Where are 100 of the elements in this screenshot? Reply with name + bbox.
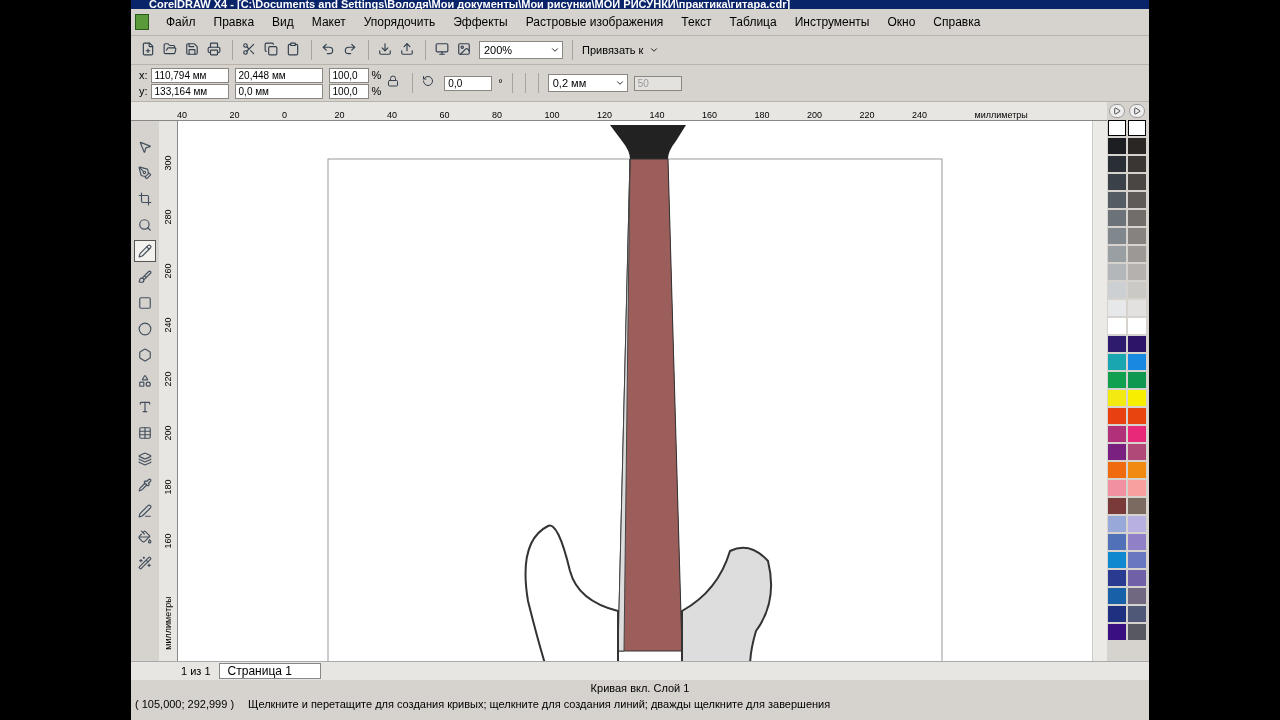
color-swatch[interactable] xyxy=(1108,390,1126,406)
color-swatch[interactable] xyxy=(1108,174,1126,190)
freehand-tool[interactable] xyxy=(134,240,156,262)
color-swatch[interactable] xyxy=(1128,210,1146,226)
menu-item[interactable]: Файл xyxy=(157,15,205,29)
color-swatch[interactable] xyxy=(1128,516,1146,532)
color-swatch[interactable] xyxy=(1128,174,1146,190)
export-icon[interactable] xyxy=(400,42,416,58)
color-swatch[interactable] xyxy=(1108,372,1126,388)
page-tab[interactable]: Страница 1 xyxy=(218,663,321,679)
menu-item[interactable]: Вид xyxy=(263,15,303,29)
menu-item[interactable]: Справка xyxy=(924,15,990,29)
color-swatch[interactable] xyxy=(1128,624,1146,640)
scale-y-field[interactable]: 100,0 xyxy=(328,83,369,99)
color-swatch[interactable] xyxy=(1108,516,1126,532)
ruler-label: 60 xyxy=(439,110,450,120)
copy-icon[interactable] xyxy=(264,42,280,58)
outline-width-dropdown[interactable]: 0,2 мм xyxy=(547,74,628,92)
palette-menu-button[interactable] xyxy=(1129,104,1145,118)
color-swatch[interactable] xyxy=(1108,498,1126,514)
color-swatch[interactable] xyxy=(1108,192,1126,208)
color-swatch[interactable] xyxy=(1128,444,1146,460)
snap-menu[interactable]: Привязать к xyxy=(582,44,644,56)
color-swatch[interactable] xyxy=(1128,606,1146,622)
shapes-icon xyxy=(138,374,152,388)
color-swatch[interactable] xyxy=(1128,372,1146,388)
color-swatch[interactable] xyxy=(1128,138,1146,154)
color-swatch[interactable] xyxy=(1128,570,1146,586)
no-color-swatch[interactable] xyxy=(1108,120,1126,136)
height-field[interactable]: 0,0 мм xyxy=(234,83,323,99)
polygon-icon xyxy=(138,348,152,362)
color-swatch[interactable] xyxy=(1128,264,1146,280)
color-swatch[interactable] xyxy=(1108,156,1126,172)
color-swatch[interactable] xyxy=(1128,498,1146,514)
color-swatch[interactable] xyxy=(1128,534,1146,550)
color-swatch[interactable] xyxy=(1108,426,1126,442)
y-field[interactable]: 133,164 мм xyxy=(150,83,229,99)
color-swatch[interactable] xyxy=(1108,138,1126,154)
image-icon[interactable] xyxy=(457,42,473,58)
zoom-dropdown[interactable]: 200% xyxy=(479,41,563,59)
color-swatch[interactable] xyxy=(1108,606,1126,622)
color-swatch[interactable] xyxy=(1108,336,1126,352)
fill-icon xyxy=(138,530,152,544)
save-icon[interactable] xyxy=(185,42,201,58)
color-swatch[interactable] xyxy=(1108,282,1126,298)
color-swatch[interactable] xyxy=(1128,336,1146,352)
angle-field[interactable]: 0,0 xyxy=(444,75,493,91)
x-field[interactable]: 110,794 мм xyxy=(150,67,229,83)
color-swatch[interactable] xyxy=(1128,354,1146,370)
color-swatch[interactable] xyxy=(1128,462,1146,478)
color-swatch[interactable] xyxy=(1108,570,1126,586)
menu-item[interactable]: Упорядочить xyxy=(354,15,445,29)
color-swatch[interactable] xyxy=(1108,300,1126,316)
color-swatch[interactable] xyxy=(1128,426,1146,442)
color-swatch[interactable] xyxy=(1128,588,1146,604)
menu-item[interactable]: Окно xyxy=(878,15,925,29)
print-icon[interactable] xyxy=(207,42,223,58)
no-color-swatch[interactable] xyxy=(1128,120,1146,136)
color-swatch[interactable] xyxy=(1108,480,1126,496)
color-swatch[interactable] xyxy=(1108,228,1126,244)
color-swatch[interactable] xyxy=(1108,534,1126,550)
color-swatch[interactable] xyxy=(1108,462,1126,478)
color-swatch[interactable] xyxy=(1128,156,1146,172)
scale-x-field[interactable]: 100,0 xyxy=(328,67,369,83)
color-swatch[interactable] xyxy=(1108,552,1126,568)
color-swatch[interactable] xyxy=(1128,552,1146,568)
color-swatch[interactable] xyxy=(1108,246,1126,262)
color-swatch[interactable] xyxy=(1108,264,1126,280)
color-swatch[interactable] xyxy=(1108,354,1126,370)
menu-item[interactable]: Эффекты xyxy=(444,15,517,29)
color-swatch[interactable] xyxy=(1108,210,1126,226)
color-swatch[interactable] xyxy=(1108,408,1126,424)
import-icon[interactable] xyxy=(378,42,394,58)
color-swatch[interactable] xyxy=(1128,318,1146,334)
menu-item[interactable]: Растровые изображения xyxy=(516,15,673,29)
ruler-label: 20 xyxy=(334,110,345,120)
width-field[interactable]: 20,448 мм xyxy=(234,67,323,83)
color-swatch[interactable] xyxy=(1108,624,1126,640)
menu-item[interactable]: Текст xyxy=(672,15,721,29)
status-hint: Щелкните и перетащите для создания кривых; щелкните для создания линий; дважды щелкните для завершения xyxy=(248,698,831,710)
menu-item[interactable]: Таблица xyxy=(720,15,786,29)
menu-item[interactable]: Макет xyxy=(302,15,355,29)
vertical-scrollbar[interactable] xyxy=(1092,121,1107,661)
color-swatch[interactable] xyxy=(1108,588,1126,604)
color-swatch[interactable] xyxy=(1108,444,1126,460)
color-swatch[interactable] xyxy=(1108,318,1126,334)
caret-icon[interactable] xyxy=(649,45,660,55)
color-swatch[interactable] xyxy=(1128,408,1146,424)
menu-item[interactable]: Инструменты xyxy=(785,15,879,29)
table-icon xyxy=(138,426,152,440)
color-swatch[interactable] xyxy=(1128,390,1146,406)
ruler-label: 180 xyxy=(162,479,174,495)
color-swatch[interactable] xyxy=(1128,246,1146,262)
ruler-label: 40 xyxy=(387,110,397,120)
color-swatch[interactable] xyxy=(1128,228,1146,244)
color-swatch[interactable] xyxy=(1128,192,1146,208)
color-swatch[interactable] xyxy=(1128,480,1146,496)
ruler-label: 20 xyxy=(229,110,240,120)
palette-menu-button[interactable] xyxy=(1109,104,1125,118)
menu-item[interactable]: Правка xyxy=(204,15,264,29)
